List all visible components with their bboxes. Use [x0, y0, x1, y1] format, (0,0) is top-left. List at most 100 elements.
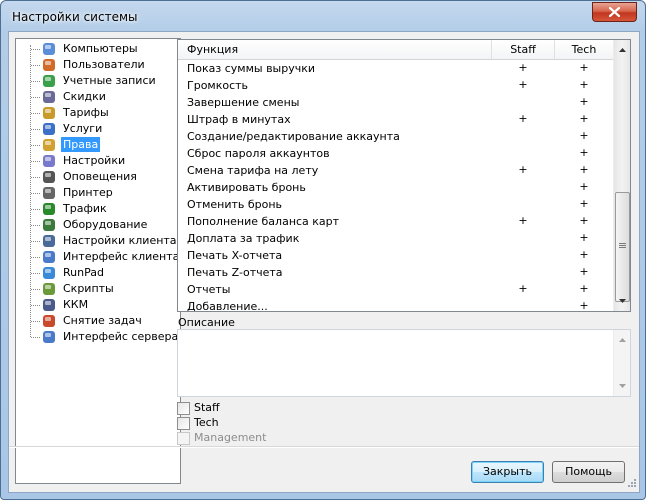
tree-item-tariffs[interactable]: Тарифы	[16, 105, 176, 121]
tree-connector	[31, 241, 40, 242]
cell-function: Создание/редактирование аккаунта	[187, 130, 400, 143]
tree-connector	[31, 225, 40, 226]
tree-item-services[interactable]: Услуги	[16, 121, 176, 137]
tree-connector	[31, 273, 40, 274]
tree-item-kkm[interactable]: ККМ	[16, 297, 176, 313]
tree-item-label: Принтер	[63, 186, 113, 199]
tree-item-label: Снятие задач	[63, 314, 142, 327]
tree-item-accounts[interactable]: Учетные записи	[16, 73, 176, 89]
tree-item-label: Интерфейс клиента	[63, 250, 180, 263]
header-staff[interactable]: Staff	[492, 40, 555, 59]
rights-grid[interactable]: Функция Staff Tech Показ суммы выручки + +…	[177, 39, 631, 312]
close-window-button[interactable]	[592, 2, 637, 22]
tree-item-label: Пользователи	[63, 58, 145, 71]
cell-function: Пополнение баланса карт	[187, 215, 340, 228]
tree-item-rights[interactable]: Права	[16, 137, 176, 153]
tree-connector	[31, 97, 40, 98]
tree-item-traffic[interactable]: Трафик	[16, 201, 176, 217]
desc-scroll-down-button[interactable]	[614, 378, 630, 394]
cell-function: Завершение смены	[187, 96, 300, 109]
tree-item-settings[interactable]: Настройки	[16, 153, 176, 169]
tree-item-tasks[interactable]: Снятие задач	[16, 313, 176, 329]
tree-item-label: Настройки клиента	[63, 234, 177, 247]
cell-function: Показ суммы выручки	[187, 62, 316, 75]
scroll-up-button[interactable]	[614, 42, 630, 58]
tree-connector	[31, 49, 40, 50]
settings-tree[interactable]: Компьютеры Пользователи Учетные записи Скид…	[15, 38, 181, 484]
cell-tech: +	[579, 197, 589, 210]
tree-item-label: ККМ	[63, 298, 89, 311]
tree-item-client-settings[interactable]: Настройки клиента	[16, 233, 177, 249]
cell-staff: +	[518, 214, 528, 227]
tree-connector	[31, 145, 40, 146]
tree-item-computers[interactable]: Компьютеры	[16, 41, 176, 57]
tree-item-label: Скидки	[63, 90, 106, 103]
hardware-icon	[43, 219, 55, 231]
desc-scroll-up-button[interactable]	[614, 332, 630, 348]
table-row[interactable]: Громкость + +	[178, 77, 614, 94]
tree-item-label: Настройки	[63, 154, 126, 167]
table-row[interactable]: Показ суммы выручки + +	[178, 60, 614, 77]
tree-item-scripts[interactable]: Скрипты	[16, 281, 176, 297]
tree-item-users[interactable]: Пользователи	[16, 57, 176, 73]
table-row[interactable]: Печать X-отчета +	[178, 247, 614, 264]
header-function[interactable]: Функция	[178, 40, 492, 59]
tree-item-notifications[interactable]: Оповещения	[16, 169, 176, 185]
cell-tech: +	[579, 163, 589, 176]
tree-item-server-interface[interactable]: Интерфейс сервера	[16, 329, 178, 345]
table-row[interactable]: Штраф в минутах + +	[178, 111, 614, 128]
header-tech[interactable]: Tech	[554, 40, 614, 59]
checkbox-staff-box[interactable]	[177, 402, 190, 415]
tree-connector	[31, 209, 40, 210]
cell-tech: +	[579, 231, 589, 244]
client-interface-icon	[43, 251, 55, 263]
tree-connector	[31, 193, 40, 194]
client-settings-icon	[43, 235, 55, 247]
tree-item-label: Скрипты	[63, 282, 114, 295]
tree-item-client-interface[interactable]: Интерфейс клиента	[16, 249, 179, 265]
table-row[interactable]: Добавление... +	[178, 298, 614, 311]
table-row[interactable]: Сброс пароля аккаунтов +	[178, 145, 614, 162]
cell-tech: +	[579, 265, 589, 278]
tree-item-hardware[interactable]: Оборудование	[16, 217, 176, 233]
title-bar[interactable]: Настройки системы	[1, 1, 645, 31]
scroll-down-button[interactable]	[614, 293, 630, 309]
tree-item-label: Компьютеры	[63, 42, 138, 55]
table-row[interactable]: Смена тарифа на лету + +	[178, 162, 614, 179]
window-title: Настройки системы	[12, 10, 138, 24]
grid-scrollbar[interactable]	[613, 40, 630, 311]
cell-function: Смена тарифа на лету	[187, 164, 319, 177]
description-box[interactable]	[177, 329, 631, 397]
table-row[interactable]: Активировать бронь +	[178, 179, 614, 196]
tree-item-label: Оповещения	[63, 170, 137, 183]
table-row[interactable]: Отчеты + +	[178, 281, 614, 298]
table-row[interactable]: Доплата за трафик +	[178, 230, 614, 247]
checkbox-tech-box[interactable]	[177, 417, 190, 430]
table-row[interactable]: Завершение смены +	[178, 94, 614, 111]
tree-connector	[31, 81, 40, 82]
tariffs-icon	[43, 107, 55, 119]
table-row[interactable]: Создание/редактирование аккаунта +	[178, 128, 614, 145]
dialog-client-area: Компьютеры Пользователи Учетные записи Скид…	[8, 31, 640, 493]
cell-function: Печать X-отчета	[187, 249, 283, 262]
cell-function: Печать Z-отчета	[187, 266, 283, 279]
tree-item-printer[interactable]: Принтер	[16, 185, 176, 201]
accounts-icon	[43, 75, 55, 87]
tree-item-label: Услуги	[63, 122, 103, 135]
close-button[interactable]: Закрыть	[471, 461, 544, 483]
resize-grip-icon[interactable]	[625, 478, 637, 490]
arrow-up-icon	[618, 48, 626, 52]
table-row[interactable]: Печать Z-отчета +	[178, 264, 614, 281]
footer-separator	[9, 446, 639, 448]
scroll-thumb[interactable]	[615, 192, 630, 302]
settings-icon	[43, 155, 55, 167]
table-row[interactable]: Отменить бронь +	[178, 196, 614, 213]
checkbox-tech-label: Tech	[194, 416, 219, 429]
description-scrollbar[interactable]	[613, 330, 630, 396]
tree-connector	[31, 337, 40, 338]
tree-item-discounts[interactable]: Скидки	[16, 89, 176, 105]
tree-item-runpad[interactable]: RunPad	[16, 265, 176, 281]
cell-function: Сброс пароля аккаунтов	[187, 147, 330, 160]
help-button[interactable]: Помощь	[552, 461, 625, 483]
table-row[interactable]: Пополнение баланса карт + +	[178, 213, 614, 230]
